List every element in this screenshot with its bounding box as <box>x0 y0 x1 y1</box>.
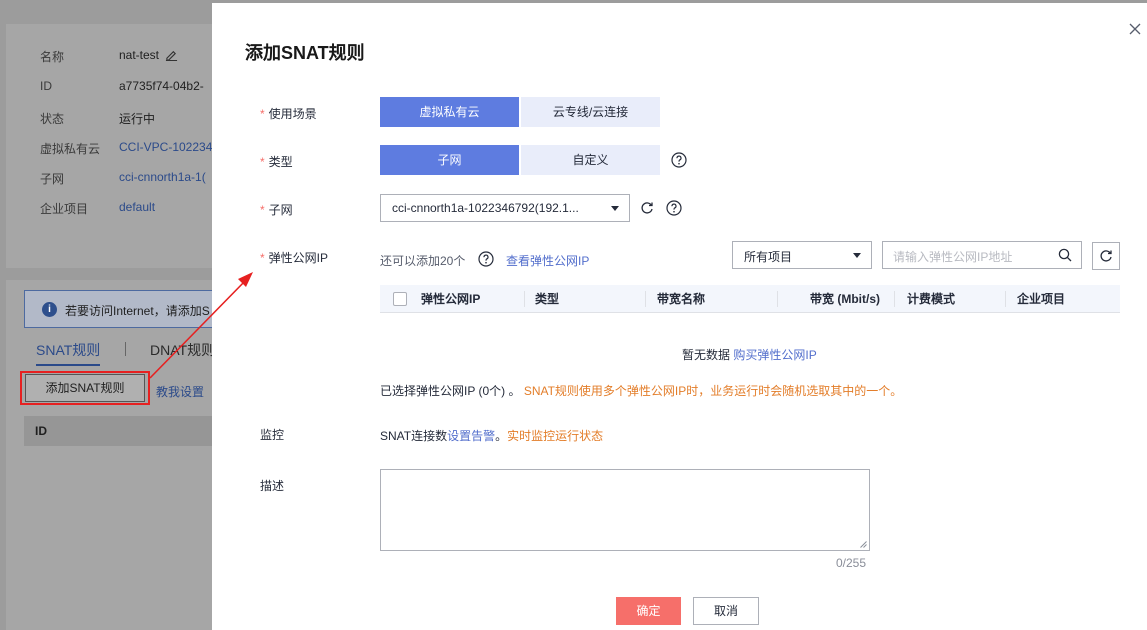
column-divider <box>1005 291 1006 307</box>
type-option-custom[interactable]: 自定义 <box>521 145 660 175</box>
description-counter: 0/255 <box>836 556 867 570</box>
view-eip-link[interactable]: 查看弹性公网IP <box>506 252 589 269</box>
subnet-select-value: cci-cnnorth1a-1022346792(192.1... <box>392 201 579 215</box>
info-enterprise-link[interactable]: default <box>119 200 155 214</box>
monitor-prefix: SNAT连接数 <box>380 429 448 443</box>
chevron-down-icon <box>611 206 619 211</box>
column-divider <box>777 291 778 307</box>
teach-me-link[interactable]: 教我设置 <box>156 383 204 400</box>
subnet-select[interactable]: cci-cnnorth1a-1022346792(192.1... <box>380 194 630 222</box>
column-billing-mode: 计费模式 <box>907 292 956 306</box>
rules-panel <box>6 280 236 630</box>
buy-eip-link[interactable]: 购买弹性公网IP <box>733 348 816 362</box>
info-name-value: nat-test <box>119 48 178 62</box>
project-filter-select[interactable]: 所有项目 <box>732 241 872 269</box>
type-help-icon[interactable] <box>671 152 687 168</box>
tab-divider <box>125 342 126 356</box>
project-filter-value: 所有项目 <box>744 250 793 264</box>
subnet-label: * 子网 <box>260 203 293 217</box>
scene-option-direct-connect[interactable]: 云专线/云连接 <box>521 97 660 127</box>
tab-dnat-rules[interactable]: DNAT规则 <box>150 340 215 360</box>
column-bandwidth-name: 带宽名称 <box>657 292 706 306</box>
eip-label: * 弹性公网IP <box>260 251 329 265</box>
refresh-icon[interactable] <box>640 201 654 215</box>
rules-table-header: ID <box>24 416 224 446</box>
info-id-value: a7735f74-04b2- <box>119 79 204 93</box>
eip-remaining-text: 还可以添加20个 <box>380 254 466 268</box>
info-id-label: ID <box>40 79 52 93</box>
refresh-icon <box>1100 250 1112 262</box>
description-label: 描述 <box>260 479 285 493</box>
confirm-button[interactable]: 确定 <box>616 597 681 625</box>
eip-table-header: 弹性公网IP 类型 带宽名称 带宽 (Mbit/s) 计费模式 企业项目 <box>380 285 1120 313</box>
type-label: * 类型 <box>260 155 293 169</box>
required-mark: * <box>260 107 265 121</box>
monitor-row: SNAT连接数设置告警。实时监控运行状态 <box>380 427 603 444</box>
eip-selection-summary: 已选择弹性公网IP (0个) 。 SNAT规则使用多个弹性公网IP时，业务运行时… <box>380 382 902 399</box>
eip-selected-count: 已选择弹性公网IP (0个) 。 <box>380 384 521 398</box>
annotation-highlight-box <box>20 371 150 405</box>
realtime-monitor-link[interactable]: 实时监控运行状态 <box>507 429 603 443</box>
resize-grip-icon[interactable] <box>860 541 867 548</box>
empty-data-text: 暂无数据 <box>682 348 731 362</box>
set-alarm-link[interactable]: 设置告警 <box>447 429 495 443</box>
info-enterprise-label: 企业项目 <box>40 202 89 216</box>
info-alert: i 若要访问Internet，请添加S <box>24 290 224 328</box>
cancel-button[interactable]: 取消 <box>693 597 759 625</box>
column-divider <box>524 291 525 307</box>
eip-warning-text: SNAT规则使用多个弹性公网IP时，业务运行时会随机选取其中的一个。 <box>523 384 903 398</box>
type-option-subnet[interactable]: 子网 <box>380 145 519 175</box>
info-status-value: 运行中 <box>119 112 156 126</box>
eip-table-empty: 暂无数据 购买弹性公网IP <box>682 346 817 363</box>
close-icon[interactable] <box>1127 21 1143 37</box>
info-vpc-link[interactable]: CCI-VPC-102234 <box>119 140 212 154</box>
select-all-checkbox[interactable] <box>393 292 407 306</box>
info-vpc-label: 虚拟私有云 <box>40 142 101 156</box>
column-eip: 弹性公网IP <box>421 292 481 306</box>
chevron-down-icon <box>853 253 861 258</box>
add-snat-rule-dialog: 添加SNAT规则 * 使用场景 虚拟私有云 云专线/云连接 * 类型 子网 自定义 … <box>212 3 1147 630</box>
monitor-period: 。 <box>495 429 508 443</box>
monitor-label: 监控 <box>260 428 285 442</box>
scene-option-vpc[interactable]: 虚拟私有云 <box>380 97 519 127</box>
info-subnet-label: 子网 <box>40 172 65 186</box>
info-subnet-link[interactable]: cci-cnnorth1a-1( <box>119 170 206 184</box>
scene-label: * 使用场景 <box>260 107 317 121</box>
info-status-label: 状态 <box>40 112 65 126</box>
column-bandwidth: 带宽 (Mbit/s) <box>810 292 880 306</box>
subnet-help-icon[interactable] <box>666 200 682 216</box>
info-icon: i <box>42 302 57 317</box>
eip-refresh-button[interactable] <box>1092 242 1120 270</box>
search-icon[interactable] <box>1058 248 1072 262</box>
eip-search-placeholder: 请输入弹性公网IP地址 <box>893 250 1013 264</box>
column-divider <box>894 291 895 307</box>
required-mark: * <box>260 155 265 169</box>
dialog-title: 添加SNAT规则 <box>245 43 365 63</box>
tab-snat-rules[interactable]: SNAT规则 <box>36 340 101 366</box>
required-mark: * <box>260 203 265 217</box>
alert-text: 若要访问Internet，请添加S <box>65 304 210 318</box>
edit-icon[interactable] <box>165 48 178 61</box>
column-type: 类型 <box>535 292 560 306</box>
column-divider <box>645 291 646 307</box>
required-mark: * <box>260 251 265 265</box>
description-textarea[interactable] <box>380 469 870 551</box>
info-name-label: 名称 <box>40 50 65 64</box>
rules-header-id: ID <box>35 424 47 438</box>
eip-search-input[interactable]: 请输入弹性公网IP地址 <box>882 241 1082 269</box>
column-enterprise-project: 企业项目 <box>1017 292 1066 306</box>
eip-help-icon[interactable] <box>478 251 494 267</box>
